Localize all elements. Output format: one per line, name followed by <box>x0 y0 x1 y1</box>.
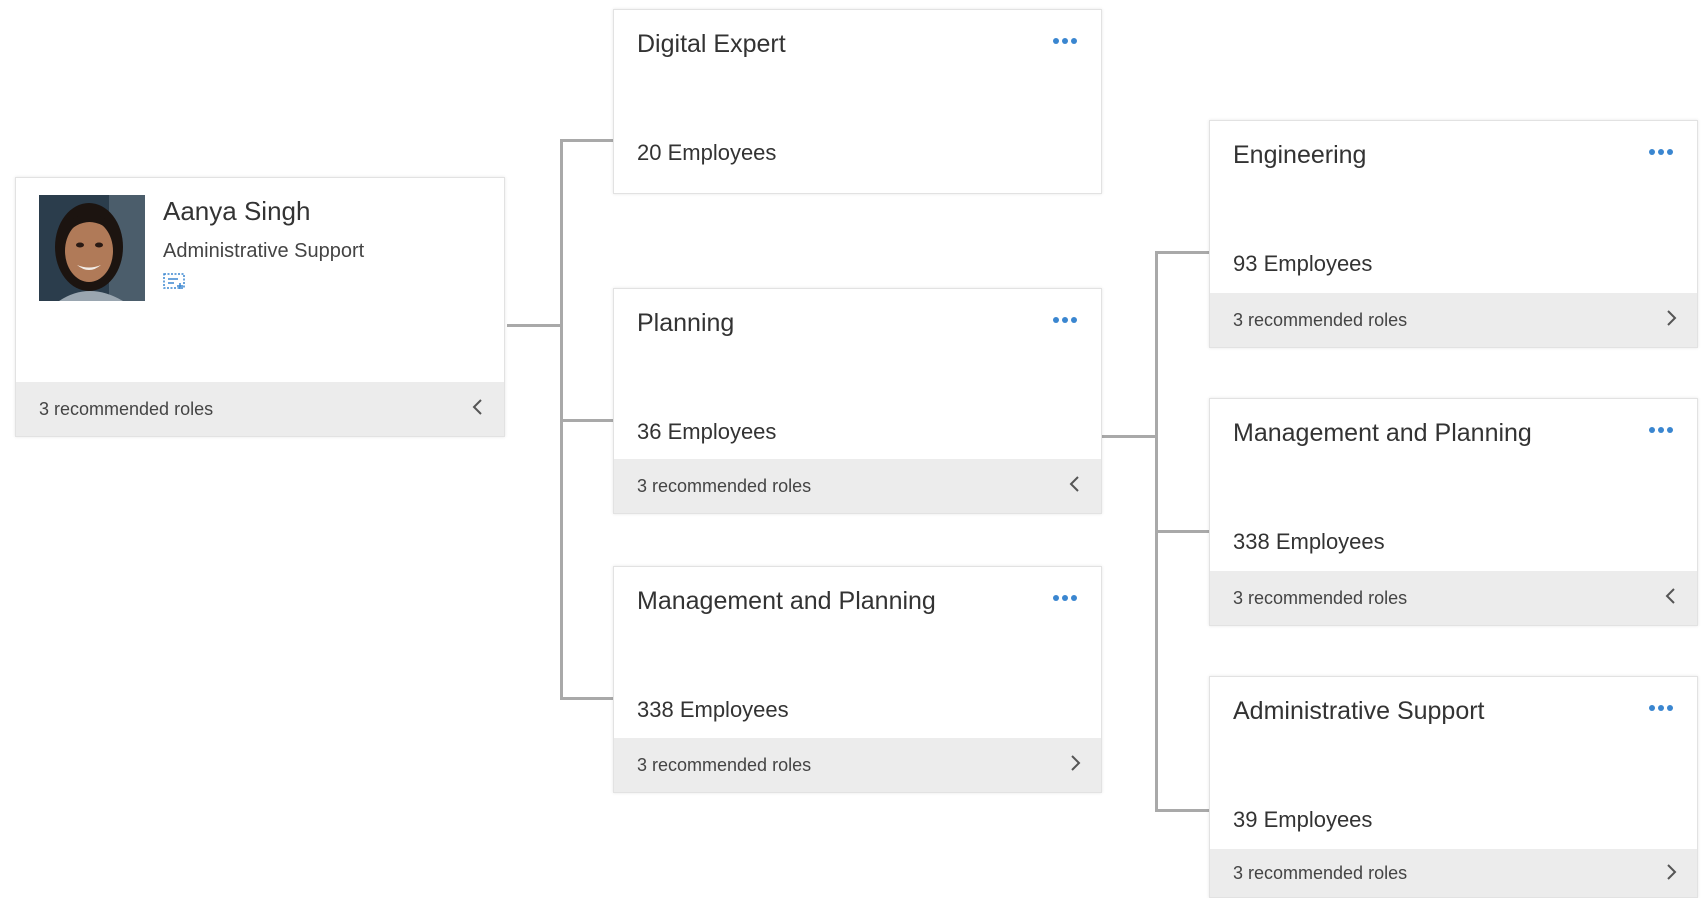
more-options-icon[interactable] <box>1649 423 1679 437</box>
role-card-title: Digital Expert <box>637 30 786 58</box>
recommended-roles-footer[interactable]: 3 recommended roles <box>614 738 1101 792</box>
chevron-left-icon <box>1069 476 1079 492</box>
connector-line <box>560 419 613 422</box>
employee-count: 338 Employees <box>1233 529 1385 554</box>
recommended-roles-label: 3 recommended roles <box>637 755 812 775</box>
employee-count: 93 Employees <box>1233 251 1373 276</box>
recommended-roles-label: 3 recommended roles <box>1233 310 1408 330</box>
role-card-digital-expert[interactable]: Digital Expert 20 Employees <box>613 9 1102 194</box>
person-name: Aanya Singh <box>163 196 311 226</box>
recommended-roles-label: 3 recommended roles <box>39 399 214 419</box>
connector-line <box>1155 530 1209 533</box>
avatar-photo <box>39 195 145 301</box>
recommended-roles-label: 3 recommended roles <box>1233 588 1408 608</box>
role-card-title: Management and Planning <box>1233 419 1532 447</box>
connector-line <box>560 139 613 142</box>
employee-count: 39 Employees <box>1233 807 1373 832</box>
connector-line <box>1155 809 1209 812</box>
chevron-left-icon <box>472 399 482 415</box>
role-card-management-and-planning[interactable]: Management and Planning 338 Employees 3 … <box>613 566 1102 793</box>
role-card-administrative-support[interactable]: Administrative Support 39 Employees 3 re… <box>1209 676 1698 898</box>
role-card-planning[interactable]: Planning 36 Employees 3 recommended role… <box>613 288 1102 514</box>
connector-line <box>1102 435 1158 438</box>
recommended-roles-label: 3 recommended roles <box>637 476 812 496</box>
chevron-right-icon <box>1667 864 1677 880</box>
person-role: Administrative Support <box>163 240 365 262</box>
more-options-icon[interactable] <box>1053 34 1083 48</box>
role-card-title: Engineering <box>1233 141 1367 169</box>
chevron-right-icon <box>1071 755 1081 771</box>
connector-line <box>1155 251 1209 254</box>
employee-count: 20 Employees <box>637 140 777 165</box>
recommended-roles-footer[interactable]: 3 recommended roles <box>16 382 504 436</box>
recommended-roles-footer[interactable]: 3 recommended roles <box>614 459 1101 513</box>
connector-line <box>560 697 613 700</box>
more-options-icon[interactable] <box>1053 591 1083 605</box>
more-options-icon[interactable] <box>1649 701 1679 715</box>
role-card-management-and-planning-2[interactable]: Management and Planning 338 Employees 3 … <box>1209 398 1698 626</box>
chevron-right-icon <box>1667 310 1677 326</box>
role-card-engineering[interactable]: Engineering 93 Employees 3 recommended r… <box>1209 120 1698 348</box>
profile-card-icon[interactable] <box>163 272 185 292</box>
recommended-roles-footer[interactable]: 3 recommended roles <box>1210 849 1697 897</box>
role-card-title: Planning <box>637 309 735 337</box>
recommended-roles-footer[interactable]: 3 recommended roles <box>1210 293 1697 347</box>
connector-line <box>507 324 563 327</box>
person-card[interactable]: Aanya Singh Administrative Support 3 rec… <box>15 177 505 437</box>
recommended-roles-label: 3 recommended roles <box>1233 863 1408 883</box>
recommended-roles-footer[interactable]: 3 recommended roles <box>1210 571 1697 625</box>
employee-count: 36 Employees <box>637 419 777 444</box>
employee-count: 338 Employees <box>637 697 789 722</box>
more-options-icon[interactable] <box>1053 313 1083 327</box>
avatar <box>39 195 145 301</box>
role-card-title: Management and Planning <box>637 587 936 615</box>
more-options-icon[interactable] <box>1649 145 1679 159</box>
chevron-left-icon <box>1665 588 1675 604</box>
role-card-title: Administrative Support <box>1233 697 1485 725</box>
